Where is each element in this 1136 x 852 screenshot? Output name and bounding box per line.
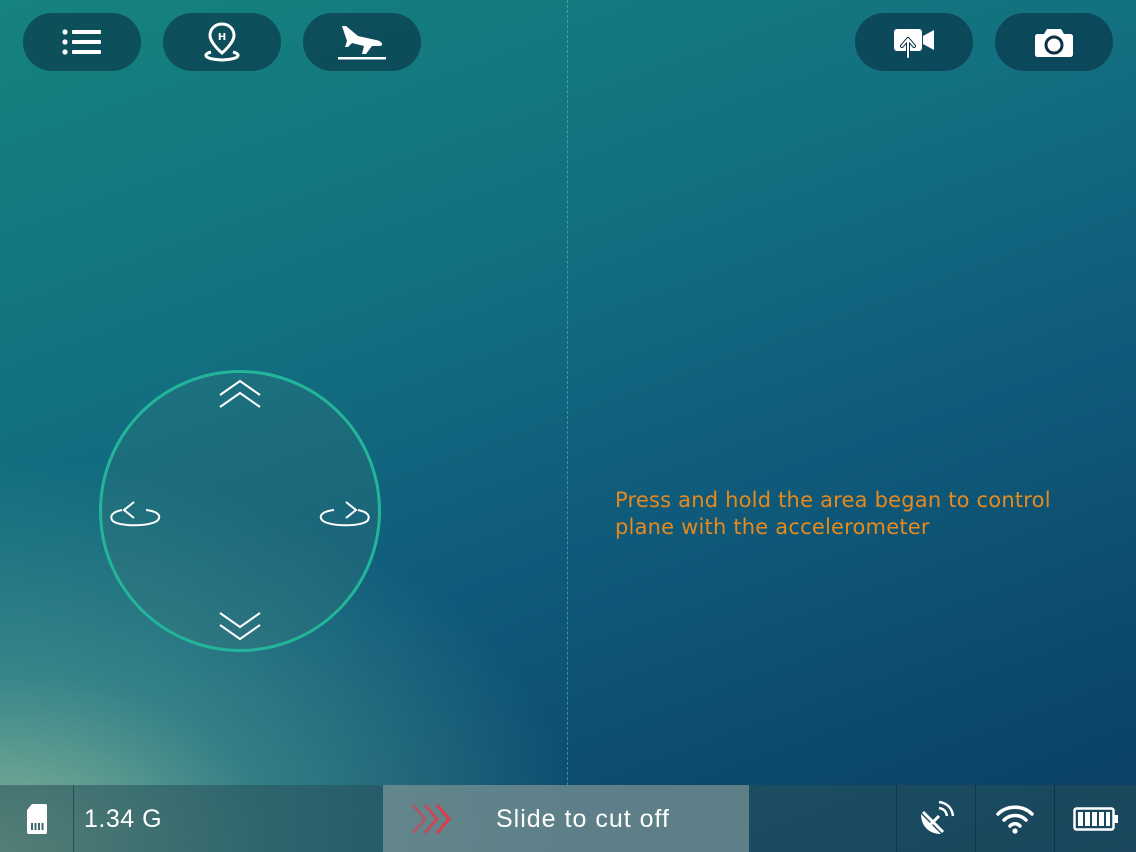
chevron-up-icon[interactable] bbox=[218, 379, 262, 409]
video-record-button[interactable] bbox=[855, 13, 973, 71]
battery-cell bbox=[1055, 785, 1136, 852]
satellite-icon bbox=[921, 800, 955, 834]
flight-control-screen: H Press and hold the area began to contr… bbox=[0, 0, 1136, 852]
accelerometer-hint: Press and hold the area began to control… bbox=[615, 488, 1051, 539]
direction-joystick[interactable] bbox=[99, 370, 381, 652]
list-icon bbox=[62, 29, 101, 55]
rotate-right-icon[interactable] bbox=[316, 500, 372, 530]
center-divider bbox=[567, 0, 568, 785]
slide-arrows-icon bbox=[411, 804, 451, 834]
storage-remaining: 1.34 G bbox=[84, 805, 163, 833]
wifi-icon bbox=[995, 805, 1034, 834]
camera-icon bbox=[1035, 29, 1073, 57]
rotate-left-icon[interactable] bbox=[108, 500, 164, 530]
take-photo-button[interactable] bbox=[995, 13, 1113, 71]
home-point-icon: H bbox=[204, 22, 240, 62]
wifi-signal-cell bbox=[975, 785, 1055, 852]
return-home-button[interactable]: H bbox=[163, 13, 281, 71]
landing-icon bbox=[338, 26, 386, 60]
svg-text:H: H bbox=[218, 32, 226, 43]
status-bar: 1.34 G Slide to cut off bbox=[0, 785, 1136, 852]
sd-card-cell bbox=[0, 785, 74, 852]
land-button[interactable] bbox=[303, 13, 421, 71]
battery-icon bbox=[1072, 806, 1118, 831]
menu-button[interactable] bbox=[23, 13, 141, 71]
sd-card-icon bbox=[26, 803, 47, 834]
video-record-icon bbox=[894, 29, 934, 58]
gps-signal-cell bbox=[896, 785, 976, 852]
chevron-down-icon[interactable] bbox=[218, 611, 262, 641]
